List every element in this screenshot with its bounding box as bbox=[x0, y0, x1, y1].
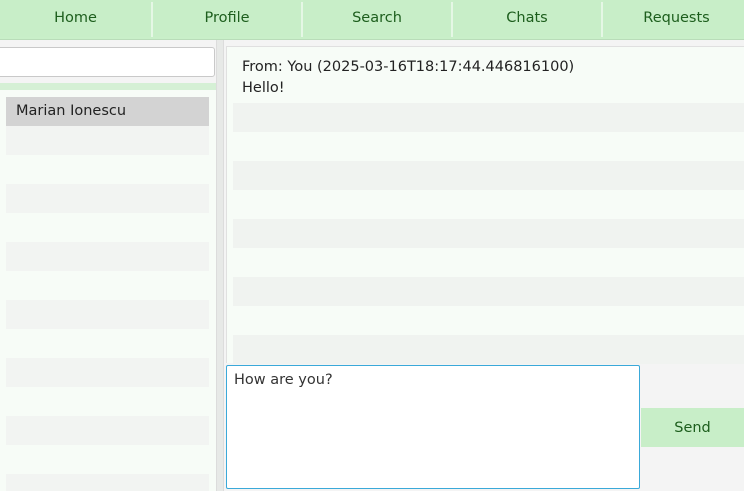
user-list-item[interactable]: Marian Ionescu bbox=[6, 97, 209, 126]
tab-profile[interactable]: Profile bbox=[153, 0, 301, 37]
empty-list-row bbox=[6, 387, 209, 416]
user-search-input[interactable] bbox=[0, 47, 215, 77]
tab-home[interactable]: Home bbox=[0, 0, 151, 37]
empty-list-row bbox=[6, 155, 209, 184]
empty-list-row bbox=[6, 445, 209, 474]
empty-list-row bbox=[6, 213, 209, 242]
empty-message-row bbox=[233, 248, 744, 277]
empty-list-row bbox=[6, 329, 209, 358]
empty-message-row bbox=[233, 132, 744, 161]
top-nav-bar: Home Profile Search Chats Requests bbox=[0, 0, 744, 40]
empty-list-row bbox=[6, 358, 209, 387]
split-pane-divider[interactable] bbox=[216, 40, 224, 491]
empty-list-row bbox=[6, 126, 209, 155]
message-header: From: You (2025-03-16T18:17:44.446816100… bbox=[242, 59, 575, 75]
chat-message-list[interactable]: From: You (2025-03-16T18:17:44.446816100… bbox=[226, 46, 744, 364]
message-input[interactable]: How are you? bbox=[226, 365, 640, 489]
empty-message-row bbox=[233, 277, 744, 306]
empty-list-row bbox=[6, 242, 209, 271]
message-text: Hello! bbox=[242, 80, 285, 96]
tab-chats[interactable]: Chats bbox=[453, 0, 601, 37]
send-button[interactable]: Send bbox=[641, 408, 744, 447]
empty-message-row bbox=[233, 306, 744, 335]
empty-message-row bbox=[233, 103, 744, 132]
empty-list-row bbox=[6, 474, 209, 491]
empty-message-row bbox=[233, 190, 744, 219]
tab-search[interactable]: Search bbox=[303, 0, 451, 37]
empty-list-row bbox=[6, 416, 209, 445]
empty-message-row bbox=[233, 161, 744, 190]
user-list[interactable]: Marian Ionescu bbox=[0, 90, 216, 491]
empty-list-row bbox=[6, 271, 209, 300]
chat-app-window: Home Profile Search Chats Requests Maria… bbox=[0, 0, 744, 491]
empty-message-row bbox=[233, 335, 744, 364]
empty-message-row bbox=[233, 219, 744, 248]
tab-requests[interactable]: Requests bbox=[603, 0, 744, 37]
empty-list-row bbox=[6, 184, 209, 213]
empty-list-row bbox=[6, 300, 209, 329]
